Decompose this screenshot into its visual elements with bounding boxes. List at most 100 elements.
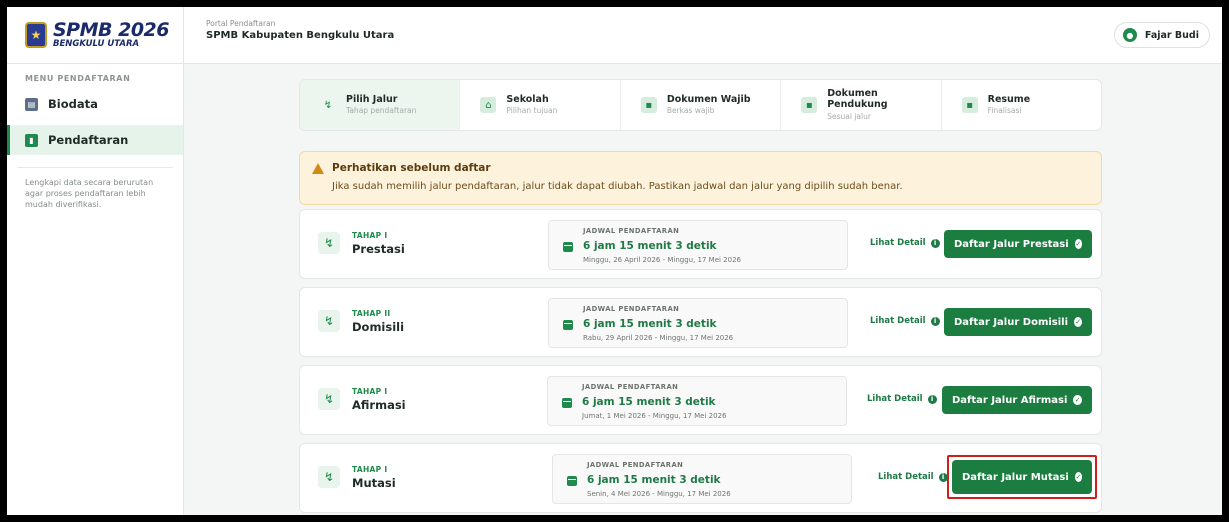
card-tahap: TAHAP I [352,465,388,474]
route-icon: ↯ [323,99,333,111]
route-icon: ↯ [318,388,340,410]
warning-alert: Perhatikan sebelum daftar Jika sudah mem… [299,151,1102,205]
school-icon: ⌂ [480,97,497,113]
detail-label: Lihat Detail [878,472,934,482]
info-icon: i [927,394,937,404]
schedule-box: JADWAL PENDAFTARAN 6 jam 15 menit 3 deti… [547,376,847,426]
step-dokumen-wajib[interactable]: ▪ Dokumen Wajib Berkas wajib [621,80,782,130]
button-label: Daftar Jalur Afirmasi [952,394,1068,406]
schedule-box: JADWAL PENDAFTARAN 6 jam 15 menit 3 deti… [552,454,852,504]
brand-title: SPMB 2026 [53,19,170,42]
step-dokumen-pendukung[interactable]: ▪ Dokumen Pendukung Sesuai jalur [781,80,942,130]
card-tahap: TAHAP II [352,309,391,318]
user-name: Fajar Budi [1144,29,1199,41]
jalur-card-domisili: ↯ TAHAP II Domisili JADWAL PENDAFTARAN 6… [299,287,1102,357]
schedule-dates: Jumat, 1 Mei 2026 - Minggu, 17 Mei 2026 [582,412,727,420]
step-resume[interactable]: ▪ Resume Finalisasi [942,80,1101,130]
card-tahap: TAHAP I [352,387,388,396]
calendar-icon [563,320,573,330]
calendar-icon [563,242,573,252]
lihat-detail-link[interactable]: Lihat Detail i [870,238,940,248]
sidebar-item-biodata[interactable]: ▤ Biodata [7,89,183,119]
info-icon: i [930,238,940,248]
brand-logo[interactable]: ★ SPMB 2026 BENGKULU UTARA [7,7,184,64]
calendar-icon [562,398,572,408]
sidebar-menu-title: MENU PENDAFTARAN [25,74,131,83]
daftar-jalur-afirmasi-button[interactable]: Daftar Jalur Afirmasi ✓ [942,386,1092,414]
step-label: Resume [987,93,1031,105]
jalur-card-afirmasi: ↯ TAHAP I Afirmasi JADWAL PENDAFTARAN 6 … [299,365,1102,435]
countdown: 6 jam 15 menit 3 detik [583,318,717,330]
check-circle-icon: ✓ [1073,395,1082,405]
sidebar-hint: Lengkapi data secara berurutan agar pros… [25,178,154,209]
countdown: 6 jam 15 menit 3 detik [583,240,717,252]
schedule-label: JADWAL PENDAFTARAN [583,305,680,313]
schedule-label: JADWAL PENDAFTARAN [582,383,679,391]
user-menu-button[interactable]: ● Fajar Budi [1113,22,1210,48]
step-sub: Berkas wajib [666,106,715,116]
button-label: Daftar Jalur Mutasi [962,471,1069,483]
portal-label: Portal Pendaftaran [206,19,276,28]
card-tahap: TAHAP I [352,231,388,240]
document-icon: ▪ [640,97,657,113]
step-pilih-jalur[interactable]: ↯ Pilih Jalur Tahap pendaftaran [300,80,461,130]
sidebar: MENU PENDAFTARAN ▤ Biodata ▮ Pendaftaran… [7,64,184,515]
button-label: Daftar Jalur Prestasi [954,238,1069,250]
step-sub: Tahap pendaftaran [346,106,417,116]
card-name: Afirmasi [352,398,406,412]
lihat-detail-link[interactable]: Lihat Detail i [878,472,948,482]
daftar-jalur-prestasi-button[interactable]: Daftar Jalur Prestasi ✓ [944,230,1092,258]
schedule-dates: Senin, 4 Mei 2026 - Minggu, 17 Mei 2026 [587,490,731,498]
crest-icon: ★ [25,22,47,48]
page-title: SPMB Kabupaten Bengkulu Utara [206,30,395,41]
route-icon: ↯ [318,310,340,332]
schedule-label: JADWAL PENDAFTARAN [583,227,680,235]
info-icon: i [930,316,940,326]
step-sub: Pilihan tujuan [506,106,558,116]
alert-title: Perhatikan sebelum daftar [332,162,491,174]
warning-icon [312,162,324,174]
step-sub: Finalisasi [987,106,1022,116]
countdown: 6 jam 15 menit 3 detik [587,474,721,486]
card-name: Mutasi [352,476,396,490]
sidebar-item-pendaftaran[interactable]: ▮ Pendaftaran [7,125,183,155]
document-plus-icon: ▪ [801,97,818,113]
lihat-detail-link[interactable]: Lihat Detail i [870,316,940,326]
jalur-card-mutasi: ↯ TAHAP I Mutasi JADWAL PENDAFTARAN 6 ja… [299,443,1102,513]
schedule-box: JADWAL PENDAFTARAN 6 jam 15 menit 3 deti… [548,298,848,348]
route-icon: ↯ [318,232,340,254]
step-sekolah[interactable]: ⌂ Sekolah Pilihan tujuan [460,80,621,130]
detail-label: Lihat Detail [867,394,923,404]
card-name: Prestasi [352,242,405,256]
main-content: ↯ Pilih Jalur Tahap pendaftaran ⌂ Sekolah… [299,79,1102,205]
daftar-jalur-mutasi-button[interactable]: Daftar Jalur Mutasi ✓ [952,460,1092,494]
card-name: Domisili [352,320,405,334]
step-sub: Sesuai jalur [827,111,871,121]
schedule-label: JADWAL PENDAFTARAN [587,461,684,469]
jalur-card-prestasi: ↯ TAHAP I Prestasi JADWAL PENDAFTARAN 6 … [299,209,1102,279]
detail-label: Lihat Detail [870,316,926,326]
daftar-jalur-domisili-button[interactable]: Daftar Jalur Domisili ✓ [944,308,1092,336]
check-circle-icon: ✓ [1074,239,1082,249]
sidebar-item-label: Pendaftaran [48,133,129,147]
step-label: Dokumen Pendukung [827,88,888,110]
clipboard-icon: ▮ [25,133,38,147]
schedule-dates: Minggu, 26 April 2026 - Minggu, 17 Mei 2… [583,256,741,264]
top-bar: Portal Pendaftaran SPMB Kabupaten Bengku… [184,7,1222,64]
button-label: Daftar Jalur Domisili [954,316,1069,328]
check-circle-icon: ✓ [1074,472,1082,482]
step-label: Pilih Jalur [346,93,398,105]
step-progress: ↯ Pilih Jalur Tahap pendaftaran ⌂ Sekolah… [299,79,1102,131]
brand-subtitle: BENGKULU UTARA [53,39,140,50]
sidebar-item-label: Biodata [48,97,98,111]
schedule-box: JADWAL PENDAFTARAN 6 jam 15 menit 3 deti… [548,220,848,270]
step-label: Sekolah [506,93,549,105]
alert-text: Jika sudah memilih jalur pendaftaran, ja… [332,181,903,192]
id-card-icon: ▤ [25,97,38,111]
route-icon: ↯ [318,466,340,488]
countdown: 6 jam 15 menit 3 detik [582,396,716,408]
sidebar-divider [17,167,173,168]
check-circle-icon: ✓ [1074,317,1082,327]
lihat-detail-link[interactable]: Lihat Detail i [867,394,937,404]
step-label: Dokumen Wajib [666,93,751,105]
